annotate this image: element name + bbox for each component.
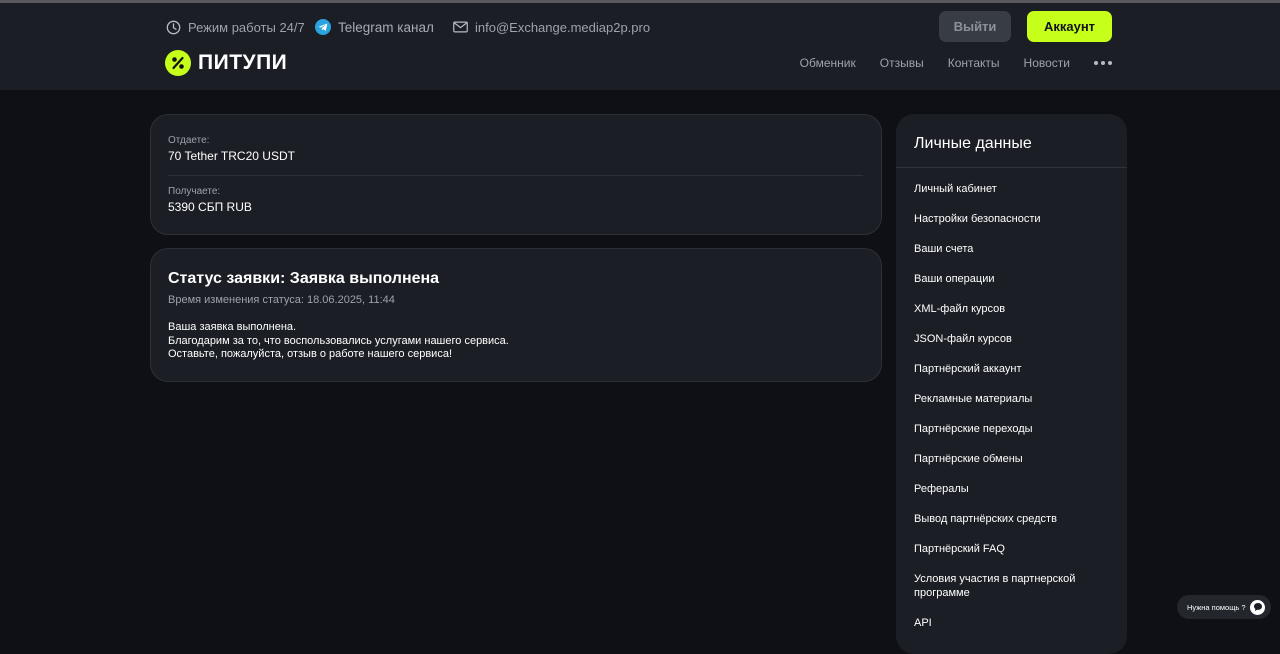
sidebar-item-promo-materials[interactable]: Рекламные материалы	[914, 392, 1114, 406]
status-title: Статус заявки: Заявка выполнена	[168, 270, 440, 287]
sidebar-item-referrals[interactable]: Рефералы	[914, 482, 1114, 496]
card-divider	[168, 175, 863, 176]
sidebar-item-operations[interactable]: Ваши операции	[914, 272, 1114, 286]
sidebar-item-partner-account[interactable]: Партнёрский аккаунт	[914, 362, 1114, 376]
account-button[interactable]: Аккаунт	[1027, 11, 1112, 42]
sidebar-item-api[interactable]: API	[914, 616, 1114, 630]
status-message-line: Благодарим за то, что воспользовались ус…	[168, 334, 509, 347]
sidebar-item-json-rates[interactable]: JSON-файл курсов	[914, 332, 1114, 346]
work-hours-text: Режим работы 24/7	[188, 19, 305, 35]
status-message: Ваша заявка выполнена. Благодарим за то,…	[168, 321, 509, 362]
status-message-line: Оставьте, пожалуйста, отзыв о работе наш…	[168, 348, 452, 360]
telegram-text: Telegram канал	[338, 19, 434, 35]
sidebar-menu: Личный кабинет Настройки безопасности Ва…	[914, 182, 1114, 646]
sidebar-title: Личные данные	[914, 135, 1032, 152]
sidebar-divider	[896, 167, 1127, 168]
receive-value: 5390 СБП RUB	[168, 200, 252, 214]
exchange-details-card: Отдаете: 70 Tether TRC20 USDT Получаете:…	[150, 114, 882, 235]
sidebar-item-xml-rates[interactable]: XML-файл курсов	[914, 302, 1114, 316]
chat-bubble-icon	[1250, 599, 1265, 615]
order-status-card: Статус заявки: Заявка выполнена Время из…	[150, 248, 882, 382]
nav-item-exchanger[interactable]: Обменник	[800, 56, 856, 70]
nav-item-contacts[interactable]: Контакты	[948, 56, 1000, 70]
nav-item-reviews[interactable]: Отзывы	[880, 56, 924, 70]
account-sidebar: Личные данные Личный кабинет Настройки б…	[896, 114, 1127, 654]
logo-text: ПИТУПИ	[198, 51, 288, 74]
clock-icon	[166, 20, 181, 35]
sidebar-item-partner-terms[interactable]: Условия участия в партнерской программе	[914, 572, 1114, 600]
give-label: Отдаете:	[168, 135, 210, 146]
sidebar-item-partner-payout[interactable]: Вывод партнёрских средств	[914, 512, 1114, 526]
sidebar-item-partner-exchanges[interactable]: Партнёрские обмены	[914, 452, 1114, 466]
main-nav: Обменник Отзывы Контакты Новости	[800, 55, 1112, 71]
email-link[interactable]: info@Exchange.mediap2p.pro	[453, 18, 650, 36]
percent-logo-icon	[165, 50, 191, 76]
sidebar-item-dashboard[interactable]: Личный кабинет	[914, 182, 1114, 196]
more-dots-icon[interactable]	[1094, 61, 1112, 65]
telegram-link[interactable]: Telegram канал	[315, 18, 434, 36]
status-time: Время изменения статуса: 18.06.2025, 11:…	[168, 294, 395, 306]
receive-label: Получаете:	[168, 186, 221, 197]
logout-button[interactable]: Выйти	[939, 11, 1011, 42]
nav-item-news[interactable]: Новости	[1024, 56, 1070, 70]
site-header: Режим работы 24/7 Telegram канал info@Ex…	[0, 3, 1280, 90]
give-value: 70 Tether TRC20 USDT	[168, 149, 295, 163]
help-label: Нужна помощь ?	[1187, 602, 1246, 612]
work-hours: Режим работы 24/7	[166, 18, 305, 36]
sidebar-item-partner-clicks[interactable]: Партнёрские переходы	[914, 422, 1114, 436]
mail-icon	[453, 21, 468, 33]
sidebar-item-accounts[interactable]: Ваши счета	[914, 242, 1114, 256]
email-text: info@Exchange.mediap2p.pro	[475, 19, 651, 35]
help-chat-button[interactable]: Нужна помощь ?	[1177, 595, 1271, 619]
sidebar-item-partner-faq[interactable]: Партнёрский FAQ	[914, 542, 1114, 556]
site-logo[interactable]: ПИТУПИ	[165, 49, 287, 77]
sidebar-item-security[interactable]: Настройки безопасности	[914, 212, 1114, 226]
status-message-line: Ваша заявка выполнена.	[168, 321, 297, 333]
telegram-icon	[315, 19, 331, 35]
